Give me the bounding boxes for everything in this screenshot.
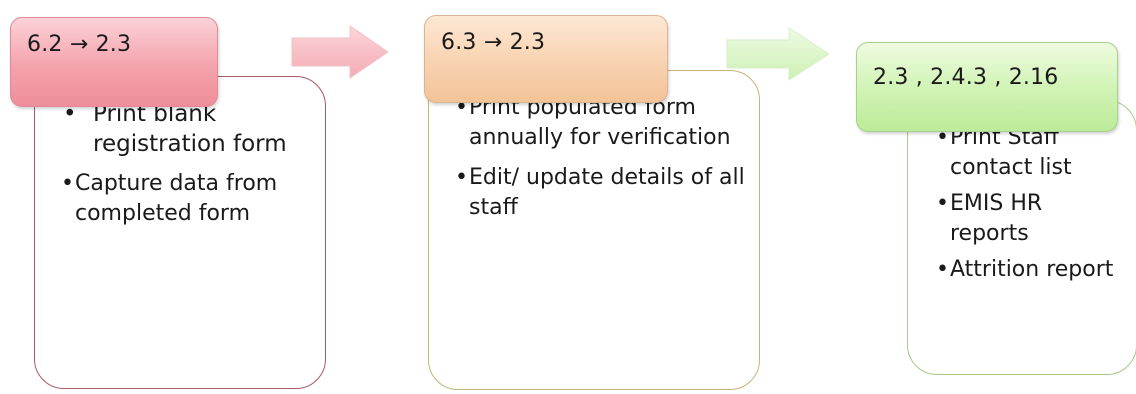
stage-2-bullets: Print populated form annually for verifi… [455,93,745,223]
stage-3-card: Print Staff contact list EMIS HR reports… [907,100,1136,375]
right-arrow-icon [291,25,389,79]
stage-1-header: 6.2 → 2.3 [10,17,218,107]
stage-1-bullet-2: Capture data from completed form [61,169,305,229]
stage-1-bullets: Print blank registration form Capture da… [61,99,305,229]
stage-1-bullet-1: Print blank registration form [61,99,305,159]
stage-1-card: Print blank registration form Capture da… [34,76,326,389]
stage-3-bullets: Print Staff contact list EMIS HR reports… [936,123,1126,285]
stage-3-header: 2.3 , 2.4.3 , 2.16 [856,42,1118,132]
stage-2-header: 6.3 → 2.3 [424,15,668,103]
stage-2-bullet-2: Edit/ update details of all staff [455,163,745,223]
stage-2-header-text: 6.3 → 2.3 [441,30,546,55]
stage-1-header-text: 6.2 → 2.3 [27,32,132,57]
process-diagram: Print blank registration form Capture da… [0,0,1136,394]
stage-3-bullet-1: Print Staff contact list [936,123,1126,183]
stage-2-card: Print populated form annually for verifi… [428,70,760,390]
stage-3-bullet-2: EMIS HR reports [936,189,1126,249]
stage-3-bullet-3: Attrition report [936,255,1126,285]
right-arrow-icon [726,27,830,81]
stage-3-header-text: 2.3 , 2.4.3 , 2.16 [873,65,1059,90]
